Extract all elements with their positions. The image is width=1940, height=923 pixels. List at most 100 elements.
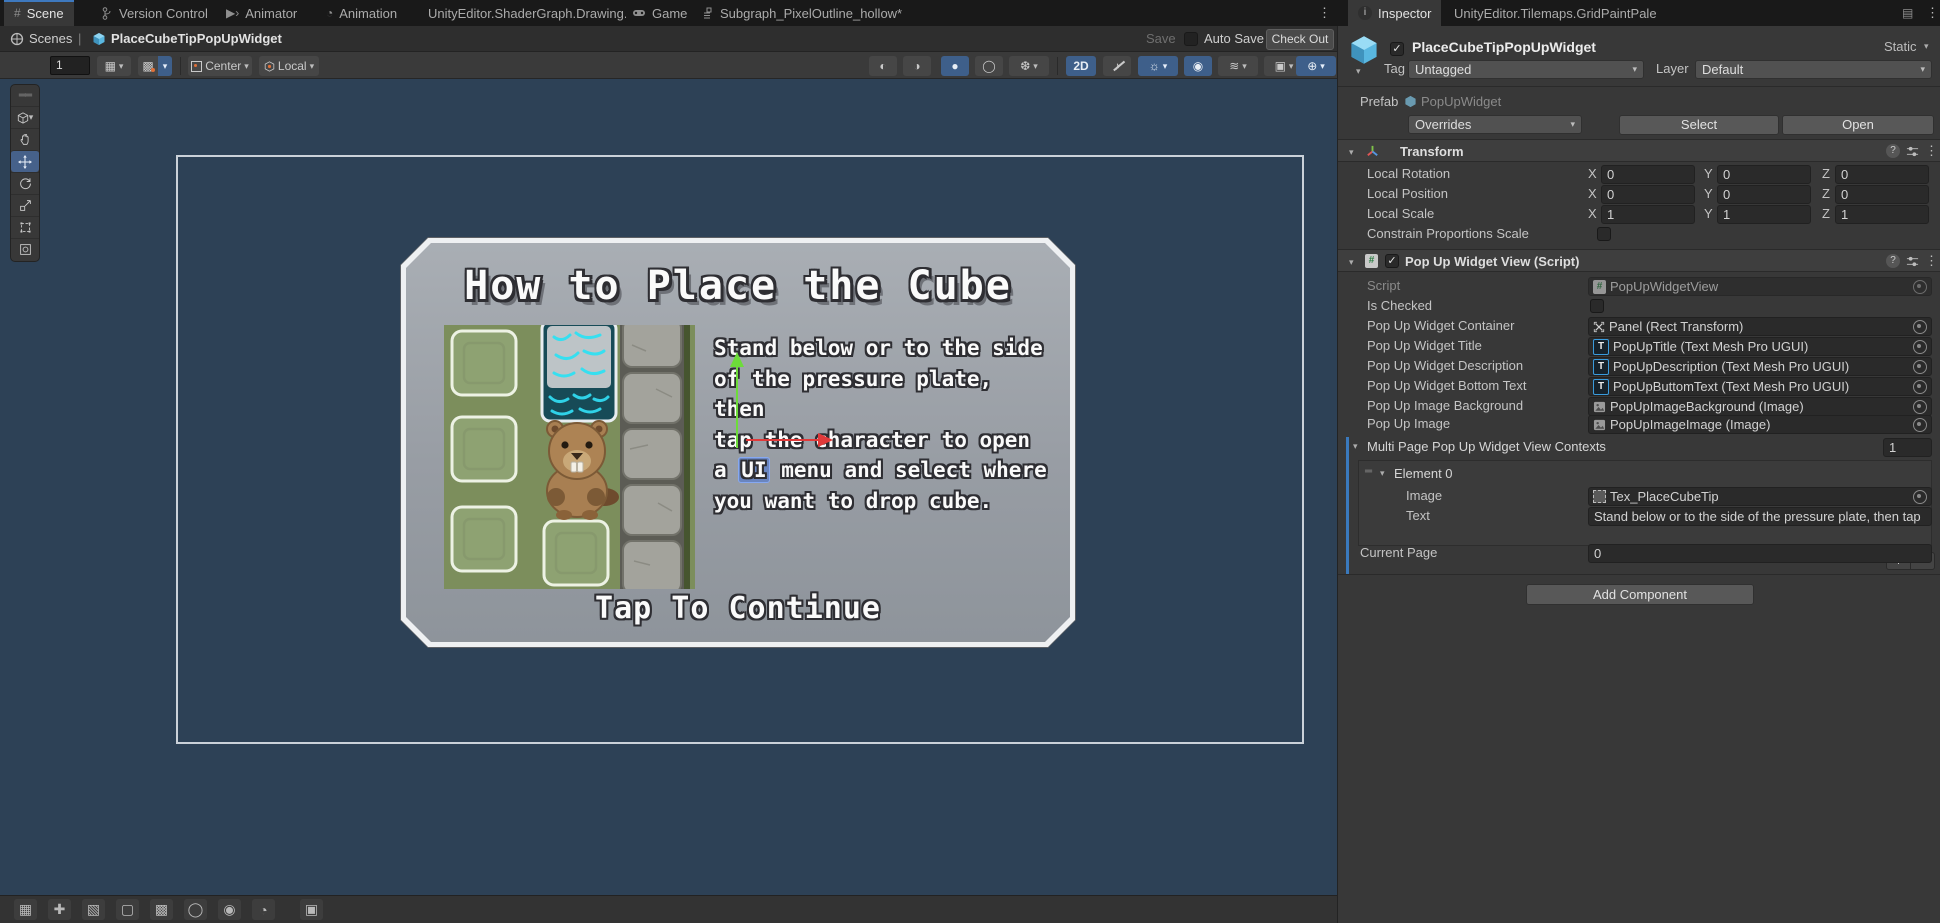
- tag-dropdown[interactable]: Untagged▾: [1408, 60, 1644, 79]
- tab-shadergraph[interactable]: UnityEditor.ShaderGraph.Drawing.M: [418, 0, 626, 26]
- fill-icon[interactable]: ◉: [218, 899, 241, 920]
- gameobject-name[interactable]: PlaceCubeTipPopUpWidget: [1412, 37, 1596, 57]
- tab-inspector[interactable]: i Inspector: [1348, 0, 1441, 26]
- add-component-button[interactable]: Add Component: [1526, 584, 1754, 605]
- scale-x-field[interactable]: 1: [1601, 205, 1695, 224]
- widget-container-picker[interactable]: [1913, 320, 1927, 334]
- tab-animation[interactable]: ◔ Animation: [316, 0, 407, 26]
- gameobject-foldout[interactable]: ▾: [1356, 66, 1361, 77]
- element-drag-handle[interactable]: ═: [1365, 466, 1371, 477]
- widget-description-picker[interactable]: [1913, 360, 1927, 374]
- tab-subgraph[interactable]: Subgraph_PixelOutline_hollow*: [692, 0, 912, 26]
- widget-title-field[interactable]: T PopUpTitle (Text Mesh Pro UGUI): [1588, 337, 1932, 356]
- layout-icon[interactable]: ▤: [1902, 6, 1913, 20]
- prefab-open-button[interactable]: Open: [1782, 115, 1934, 135]
- transform-preset-icon[interactable]: [1906, 145, 1919, 158]
- save-button[interactable]: Save: [1146, 31, 1176, 46]
- scene-visibility-eye-button[interactable]: ◉: [1184, 56, 1212, 76]
- orientation-dropdown[interactable]: Local▾: [259, 56, 319, 76]
- element-label[interactable]: Element 0: [1394, 464, 1453, 484]
- multipage-label[interactable]: Multi Page Pop Up Widget View Contexts: [1367, 437, 1606, 457]
- layer-dropdown[interactable]: Default▾: [1695, 60, 1932, 79]
- tab-version-control[interactable]: Version Control: [92, 0, 218, 26]
- pop-up-image-picker[interactable]: [1913, 418, 1927, 432]
- move-tool-button[interactable]: [11, 150, 39, 172]
- view-options-dropdown[interactable]: ▾: [11, 106, 39, 128]
- scene-viewport[interactable]: ══ ▾: [0, 79, 1337, 895]
- grid-size-input[interactable]: 1: [50, 56, 90, 75]
- rotation-y-field[interactable]: 0: [1717, 165, 1811, 184]
- tab-game[interactable]: Game: [622, 0, 697, 26]
- audio-mute-button[interactable]: ♪: [1103, 56, 1131, 76]
- widget-container-field[interactable]: Panel (Rect Transform): [1588, 317, 1932, 336]
- inspector-pane-menu-icon[interactable]: ⋮: [1926, 5, 1939, 21]
- layers-dropdown[interactable]: ≋▾: [1218, 56, 1258, 76]
- brush-icon[interactable]: ▧: [82, 899, 105, 920]
- grid-visibility-button[interactable]: ▦▾: [97, 56, 131, 76]
- scale-z-field[interactable]: 1: [1835, 205, 1929, 224]
- shaded-sphere-button[interactable]: ●: [941, 56, 969, 76]
- widget-bottom-text-picker[interactable]: [1913, 380, 1927, 394]
- hand-tool-button[interactable]: [11, 128, 39, 150]
- gizmo-y-axis[interactable]: [736, 366, 738, 448]
- pop-up-image-field[interactable]: PopUpImageImage (Image): [1588, 415, 1932, 434]
- prefab-select-button[interactable]: Select: [1619, 115, 1779, 135]
- script-component-header[interactable]: ▾ # ✓ Pop Up Widget View (Script) ? ⋮: [1338, 249, 1940, 272]
- position-x-field[interactable]: 0: [1601, 185, 1695, 204]
- static-dropdown-caret[interactable]: ▾: [1924, 41, 1929, 52]
- picker-icon[interactable]: ▩: [150, 899, 173, 920]
- scene-pane-menu-icon[interactable]: ⋮: [1318, 5, 1331, 21]
- move-tiles-icon[interactable]: ✚: [48, 899, 71, 920]
- tab-animator[interactable]: ▶› Animator: [216, 0, 307, 26]
- tab-scene[interactable]: # Scene: [4, 0, 74, 26]
- palette-drag-handle[interactable]: ══: [11, 85, 39, 106]
- element-text-field[interactable]: Stand below or to the side of the pressu…: [1588, 507, 1932, 526]
- selected-text-highlight[interactable]: UI: [739, 458, 768, 482]
- scale-tool-button[interactable]: [11, 194, 39, 216]
- box-fill-icon[interactable]: ▢: [116, 899, 139, 920]
- gizmos-dropdown[interactable]: ⊕▾: [1296, 56, 1336, 76]
- transform-tool-button[interactable]: [11, 238, 39, 260]
- script-foldout[interactable]: ▾: [1349, 257, 1354, 268]
- script-picker-icon[interactable]: [1913, 280, 1927, 294]
- element-foldout[interactable]: ▾: [1380, 468, 1385, 479]
- rotate-tool-button[interactable]: [11, 172, 39, 194]
- rotation-z-field[interactable]: 0: [1835, 165, 1929, 184]
- pivot-mode-dropdown[interactable]: Center▾: [188, 56, 252, 76]
- snap-toggle-button[interactable]: ▩: [138, 56, 158, 76]
- transform-menu-icon[interactable]: ⋮: [1925, 143, 1938, 159]
- shading-mode-button[interactable]: ◐: [869, 56, 897, 76]
- 2d-mode-button[interactable]: 2D: [1066, 56, 1096, 76]
- position-z-field[interactable]: 0: [1835, 185, 1929, 204]
- current-page-field[interactable]: 0: [1588, 544, 1932, 563]
- static-label[interactable]: Static: [1884, 37, 1917, 57]
- widget-description-field[interactable]: T PopUpDescription (Text Mesh Pro UGUI): [1588, 357, 1932, 376]
- snap-dropdown[interactable]: ▾: [158, 56, 172, 76]
- prefab-name[interactable]: PopUpWidget: [1421, 92, 1501, 112]
- multipage-foldout[interactable]: ▾: [1353, 441, 1358, 452]
- widget-title-picker[interactable]: [1913, 340, 1927, 354]
- script-preset-icon[interactable]: [1906, 255, 1919, 268]
- multipage-size-field[interactable]: 1: [1883, 438, 1932, 457]
- element-image-field[interactable]: Tex_PlaceCubeTip: [1588, 487, 1932, 506]
- debug-draw-dropdown[interactable]: ❆▾: [1009, 56, 1049, 76]
- eraser-icon[interactable]: ◯: [184, 899, 207, 920]
- overrides-dropdown[interactable]: Overrides▾: [1408, 115, 1582, 134]
- position-y-field[interactable]: 0: [1717, 185, 1811, 204]
- wireframe-mode-button[interactable]: ◑: [903, 56, 931, 76]
- check-out-button[interactable]: Check Out: [1266, 29, 1334, 50]
- transform-help-icon[interactable]: ?: [1886, 144, 1900, 158]
- auto-save-checkbox[interactable]: [1184, 32, 1198, 46]
- tab-gridpaintpalette[interactable]: UnityEditor.Tilemaps.GridPaintPalet: [1444, 0, 1656, 26]
- active-checkbox[interactable]: ✓: [1390, 42, 1404, 56]
- scale-y-field[interactable]: 1: [1717, 205, 1811, 224]
- rotation-x-field[interactable]: 0: [1601, 165, 1695, 184]
- zoom-icon[interactable]: ◔: [252, 899, 275, 920]
- widget-bottom-text-field[interactable]: T PopUpButtomText (Text Mesh Pro UGUI): [1588, 377, 1932, 396]
- breadcrumb-current[interactable]: PlaceCubeTipPopUpWidget: [111, 26, 282, 52]
- unlit-sphere-button[interactable]: ◯: [975, 56, 1003, 76]
- image-background-field[interactable]: PopUpImageBackground (Image): [1588, 397, 1932, 416]
- rect-tool-button[interactable]: [11, 216, 39, 238]
- transform-foldout[interactable]: ▾: [1349, 147, 1354, 158]
- grid-select-icon[interactable]: ▦: [14, 899, 37, 920]
